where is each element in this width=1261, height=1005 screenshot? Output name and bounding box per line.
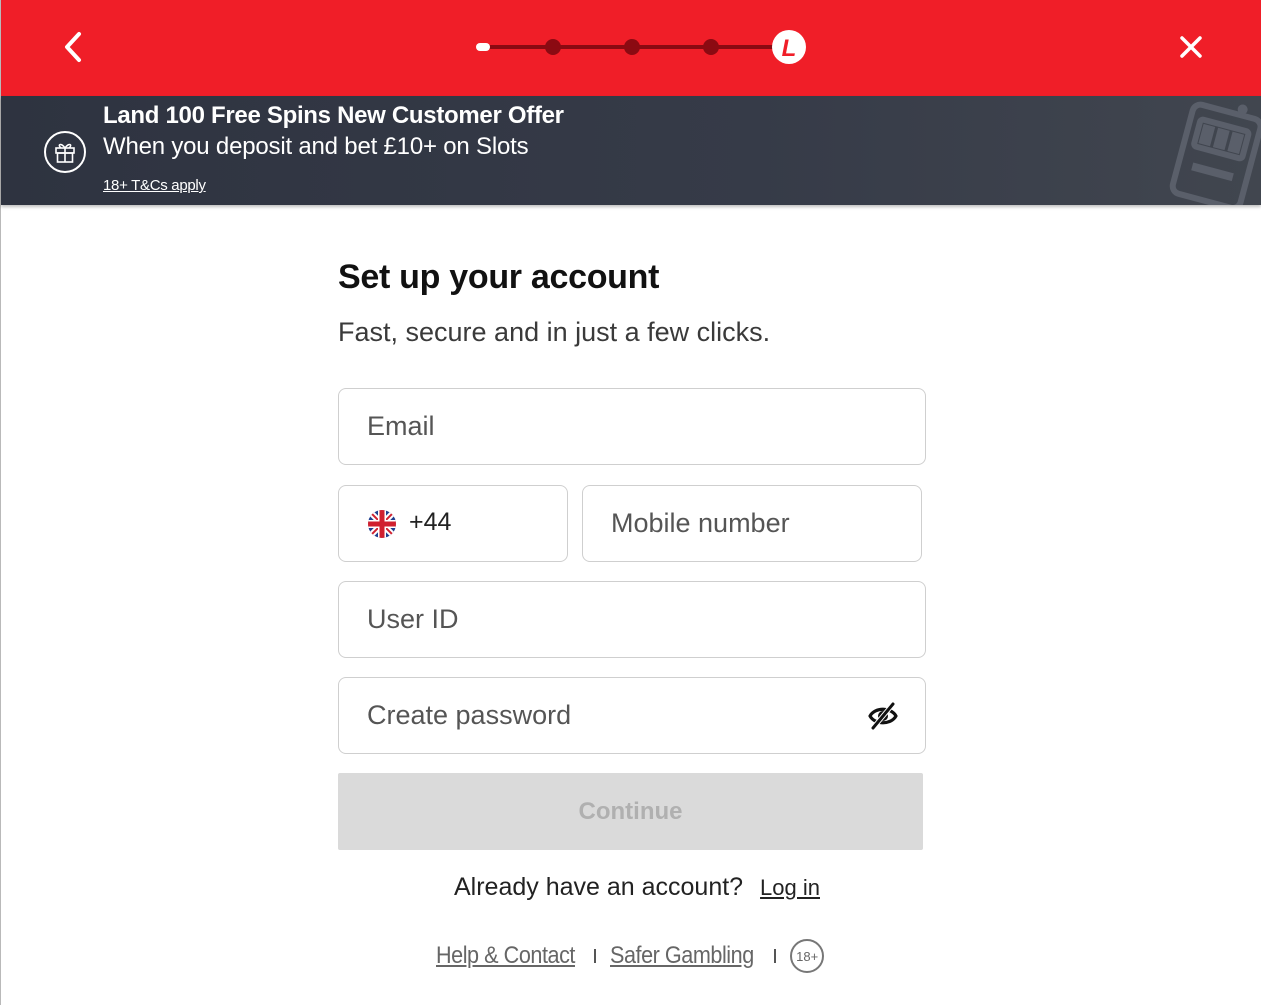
- eye-off-icon[interactable]: [867, 700, 899, 732]
- back-button[interactable]: [53, 26, 93, 68]
- country-code-value: +44: [409, 508, 452, 536]
- safer-gambling-link[interactable]: Safer Gambling: [610, 942, 754, 970]
- chevron-left-icon: [65, 32, 81, 62]
- email-input[interactable]: [339, 389, 925, 464]
- promo-subtitle: When you deposit and bet £10+ on Slots: [103, 133, 529, 160]
- login-link[interactable]: Log in: [760, 875, 820, 900]
- footer-divider: [594, 949, 597, 963]
- age-restriction-badge: 18+: [790, 939, 825, 973]
- gift-icon: [44, 131, 86, 173]
- continue-button[interactable]: Continue: [338, 773, 923, 850]
- slot-machine-icon: [1169, 101, 1261, 205]
- login-prompt-row: Already have an account? Log in: [454, 873, 820, 902]
- progress-step-4: [703, 39, 719, 55]
- progress-stepper: L: [476, 30, 806, 64]
- footer-divider: [774, 949, 777, 963]
- footer: Help & Contact Safer Gambling 18+: [436, 938, 825, 974]
- password-input[interactable]: [339, 678, 925, 753]
- mobile-field: [582, 485, 922, 562]
- login-prompt: Already have an account?: [454, 873, 744, 901]
- promo-title: Land 100 Free Spins New Customer Offer: [103, 102, 564, 129]
- progress-logo-letter: L: [782, 35, 797, 62]
- progress-step-1: [476, 43, 490, 51]
- top-bar: L: [1, 0, 1261, 96]
- password-field: [338, 677, 926, 754]
- mobile-input[interactable]: [583, 486, 921, 561]
- userid-input[interactable]: [339, 582, 925, 657]
- close-button[interactable]: [1171, 27, 1211, 67]
- promo-banner: Land 100 Free Spins New Customer Offer W…: [1, 96, 1261, 205]
- help-contact-link[interactable]: Help & Contact: [436, 942, 575, 970]
- close-icon: [1180, 36, 1202, 58]
- page-subtitle: Fast, secure and in just a few clicks.: [338, 317, 771, 347]
- terms-link[interactable]: 18+ T&Cs apply: [103, 177, 206, 194]
- registration-page: L Land 100 Free Spins New Customer Offer…: [0, 0, 1261, 1005]
- email-field: [338, 388, 926, 465]
- uk-flag-icon: [368, 510, 396, 538]
- userid-field: [338, 581, 926, 658]
- progress-step-3: [624, 39, 640, 55]
- progress-step-2: [545, 39, 561, 55]
- page-title: Set up your account: [338, 258, 660, 296]
- country-code-select[interactable]: +44: [338, 485, 568, 562]
